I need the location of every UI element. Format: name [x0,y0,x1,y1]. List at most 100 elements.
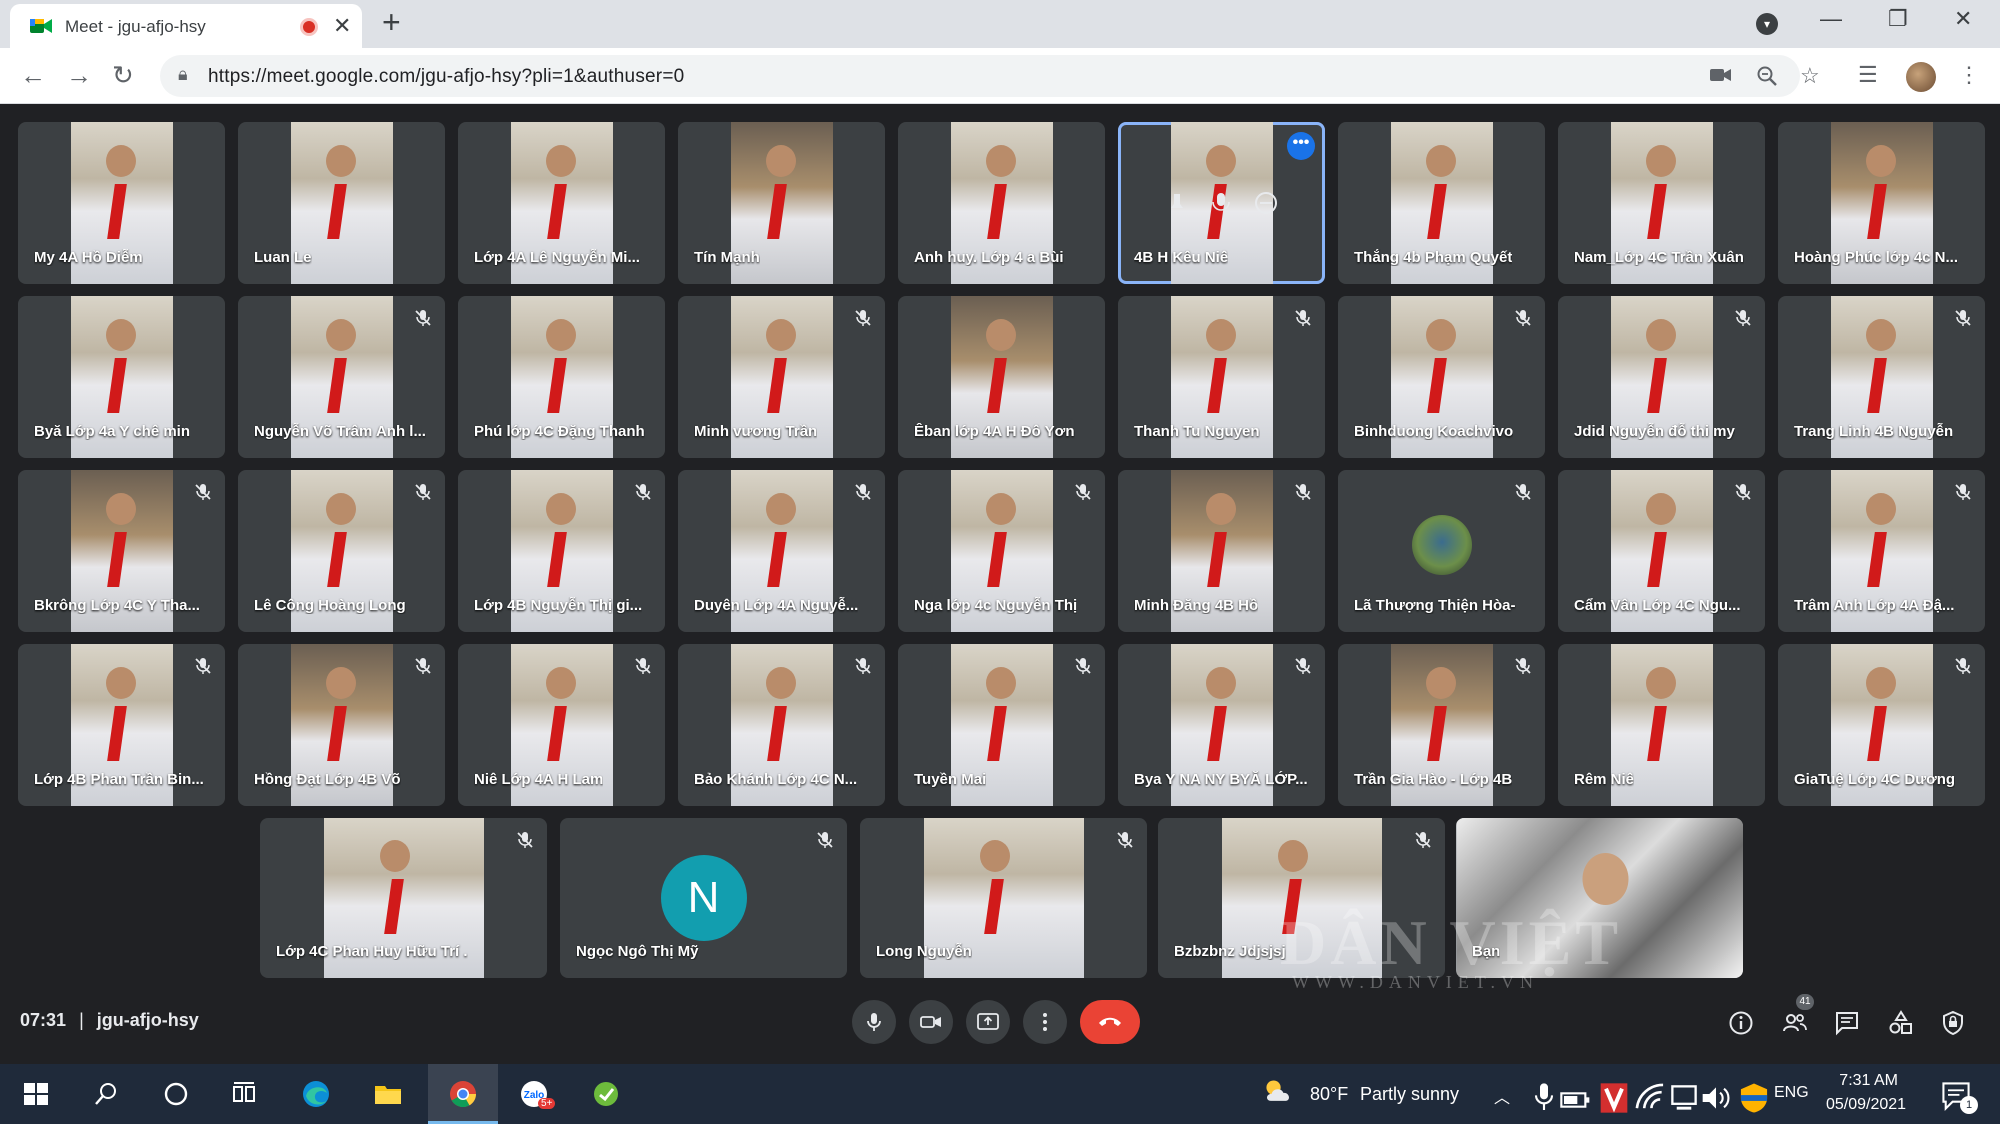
participant-tile[interactable]: Minh vương Trần [678,296,885,458]
google-meet-icon [30,19,52,33]
participant-tile[interactable]: ••• 4B H Kêu Niê [1118,122,1325,284]
camera-in-use-icon[interactable] [1710,67,1732,83]
participant-tile[interactable]: Bya Y NA NY BYĂ LỚP... [1118,644,1325,806]
participant-tile[interactable]: Hồng Đạt Lớp 4B Võ [238,644,445,806]
participant-tile[interactable]: Cẩm Vân Lớp 4C Ngu... [1558,470,1765,632]
people-icon[interactable] [1782,1010,1808,1036]
network-icon[interactable] [1668,1082,1700,1114]
reading-list-icon[interactable]: ☰ [1858,62,1878,88]
participant-tile[interactable]: Trang Linh 4B Nguyễn [1778,296,1985,458]
windows-start-icon[interactable] [20,1078,52,1110]
participant-tile[interactable]: Rêm Niê [1558,644,1765,806]
weather-temperature[interactable]: 80°F [1310,1084,1348,1105]
participant-tile[interactable]: Lã Thượng Thiện Hòa- [1338,470,1545,632]
app-green-icon[interactable] [590,1078,622,1110]
participant-tile[interactable]: Long Nguyễn [860,818,1147,978]
close-window-icon[interactable]: ✕ [1954,6,1972,32]
mic-off-icon [1295,310,1311,326]
participant-tile[interactable]: Trâm Anh Lớp 4A Đậ... [1778,470,1985,632]
more-options-button[interactable] [1023,1000,1067,1044]
participant-tile[interactable]: Hoàng Phúc lớp 4c N... [1778,122,1985,284]
show-hidden-icons-icon[interactable]: ︿ [1494,1084,1510,1108]
security-shield-icon[interactable] [1738,1082,1770,1114]
url-text[interactable]: https://meet.google.com/jgu-afjo-hsy?pli… [208,66,684,88]
participant-tile[interactable]: Lớp 4B Nguyễn Thị gi... [458,470,665,632]
participant-tile[interactable]: Tín Mạnh [678,122,885,284]
minimize-icon[interactable]: — [1820,6,1842,32]
wifi-icon[interactable] [1634,1082,1666,1114]
participant-tile[interactable]: Niê Lớp 4A H Lam [458,644,665,806]
antivirus-v-icon[interactable] [1598,1082,1630,1114]
tile-hover-controls[interactable] [1162,190,1282,216]
participant-tile[interactable]: Lớp 4A Lê Nguyễn Mi... [458,122,665,284]
battery-icon[interactable] [1560,1084,1592,1116]
tab-search-icon[interactable]: ▾ [1756,13,1778,35]
participant-name: Êban lớp 4A H Đô Yơn [914,423,1075,440]
meeting-info-icon[interactable] [1728,1010,1754,1036]
participant-tile[interactable]: Nam_Lớp 4C Trần Xuân [1558,122,1765,284]
participant-tile[interactable]: N Ngọc Ngô Thị Mỹ [560,818,847,978]
participant-tile[interactable]: Jdid Nguyễn đỗ thi my [1558,296,1765,458]
participant-tile[interactable]: My 4A Hồ Diễm [18,122,225,284]
task-view-icon[interactable] [228,1078,260,1110]
participant-tile[interactable]: Lê Công Hoàng Long [238,470,445,632]
microphone-tray-icon[interactable] [1528,1082,1560,1114]
clock-date[interactable]: 05/09/2021 [1826,1096,1906,1114]
browser-tab-meet[interactable]: Meet - jgu-afjo-hsy ✕ [10,4,362,48]
language-indicator[interactable]: ENG [1774,1084,1809,1102]
self-tile[interactable]: Bạn [1456,818,1743,978]
partly-sunny-icon[interactable] [1262,1076,1294,1108]
participant-tile[interactable]: Tuyền Mai [898,644,1105,806]
participant-tile[interactable]: Duyên Lớp 4A Nguyễ... [678,470,885,632]
forward-icon[interactable]: → [66,60,92,91]
participant-tile[interactable]: Binhduong Koachvivo [1338,296,1545,458]
activities-icon[interactable] [1888,1010,1914,1036]
chrome-icon[interactable] [447,1078,479,1110]
zoom-icon[interactable] [1756,65,1778,87]
address-bar[interactable]: 🔒︎ https://meet.google.com/jgu-afjo-hsy?… [160,55,1820,97]
weather-description[interactable]: Partly sunny [1360,1084,1459,1105]
participant-tile[interactable]: Byă Lớp 4a Y chê min [18,296,225,458]
chat-icon[interactable] [1834,1010,1860,1036]
participant-tile[interactable]: Lớp 4B Phan Trần Bin... [18,644,225,806]
edge-icon[interactable] [300,1078,332,1110]
camera-button[interactable] [909,1000,953,1044]
leave-call-button[interactable] [1080,1000,1140,1044]
participant-tile[interactable]: Minh Đăng 4B Hồ [1118,470,1325,632]
cortana-icon[interactable] [160,1078,192,1110]
participant-tile[interactable]: Lớp 4C Phan Huy Hữu Trí . [260,818,547,978]
participant-tile[interactable]: Êban lớp 4A H Đô Yơn [898,296,1105,458]
lock-icon[interactable]: 🔒︎ [178,64,188,85]
chrome-menu-icon[interactable]: ⋮ [1958,62,1980,88]
bookmark-star-icon[interactable]: ☆ [1800,63,1820,89]
participant-name: Byă Lớp 4a Y chê min [34,423,191,440]
participant-tile[interactable]: Thanh Tu Nguyen [1118,296,1325,458]
restore-icon[interactable]: ❐ [1888,6,1908,32]
participant-tile[interactable]: Phú lớp 4C Đặng Thanh [458,296,665,458]
close-tab-icon[interactable]: ✕ [333,13,351,39]
back-icon[interactable]: ← [20,60,46,91]
more-options-icon[interactable]: ••• [1287,132,1315,160]
participant-tile[interactable]: Nga lớp 4c Nguyễn Thị [898,470,1105,632]
participant-tile[interactable]: Nguyễn Võ Trâm Anh l... [238,296,445,458]
clock-time[interactable]: 7:31 AM [1838,1072,1898,1090]
profile-avatar[interactable] [1906,62,1936,92]
mic-off-icon [195,658,211,674]
participant-tile[interactable]: Anh huy. Lớp 4 a Bùi [898,122,1105,284]
participant-tile[interactable]: Bkrông Lớp 4C Y Tha... [18,470,225,632]
reload-icon[interactable]: ↻ [112,60,134,91]
participant-tile[interactable]: Thắng 4b Phạm Quyết [1338,122,1545,284]
participant-tile[interactable]: Trần Gia Hào - Lớp 4B [1338,644,1545,806]
host-controls-icon[interactable] [1940,1010,1966,1036]
participant-tile[interactable]: Luan Le [238,122,445,284]
browser-tab-strip: Meet - jgu-afjo-hsy ✕ + ▾ — ❐ ✕ [0,0,2000,48]
participant-tile[interactable]: Bzbzbnz Jdjsjsj [1158,818,1445,978]
search-icon[interactable] [90,1078,122,1110]
file-explorer-icon[interactable] [372,1078,404,1110]
participant-tile[interactable]: GiaTuệ Lớp 4C Dương [1778,644,1985,806]
volume-icon[interactable] [1700,1082,1732,1114]
microphone-button[interactable] [852,1000,896,1044]
new-tab-button[interactable]: + [382,4,401,41]
present-screen-button[interactable] [966,1000,1010,1044]
participant-tile[interactable]: Bảo Khánh Lớp 4C N... [678,644,885,806]
